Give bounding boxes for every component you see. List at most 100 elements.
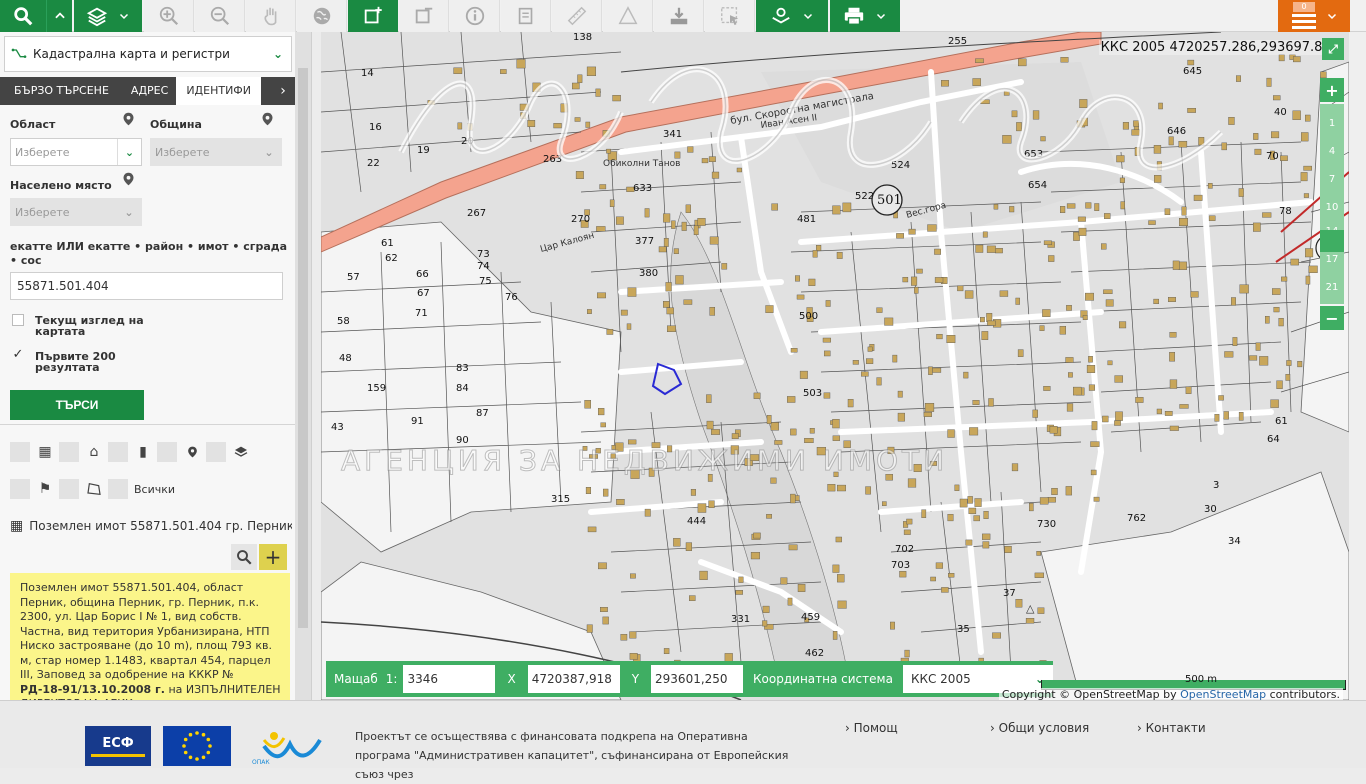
map-canvas[interactable]: 1382556456461416222019263341524501653654…	[321, 32, 1349, 700]
building-footprint	[1088, 356, 1093, 363]
building-footprint	[560, 103, 569, 113]
current-view-checkbox[interactable]	[12, 314, 24, 326]
zoom-out-button[interactable]	[195, 0, 245, 32]
layer-dropdown[interactable]: Кадастрална карта и регистри ⌄	[4, 36, 292, 72]
search-tool-button[interactable]	[0, 0, 46, 32]
chevron-down-icon: ⌄	[264, 145, 274, 159]
contacts-link[interactable]: › Контакти	[1137, 721, 1206, 735]
filter-all-checkbox[interactable]	[108, 479, 128, 499]
collapse-search-button[interactable]	[46, 0, 72, 32]
building-footprint	[1036, 551, 1041, 556]
building-footprint	[599, 184, 607, 190]
zoom-out-map-button[interactable]: −	[1320, 306, 1344, 330]
building-footprint	[959, 498, 968, 508]
building-footprint	[612, 95, 621, 102]
help-link[interactable]: › Помощ	[845, 721, 898, 735]
building-footprint	[941, 80, 949, 87]
edit-object-button[interactable]	[399, 0, 449, 32]
filter-checkbox[interactable]	[10, 442, 30, 462]
building-footprint	[1238, 412, 1244, 421]
building-footprint	[1153, 298, 1159, 305]
filter-checkbox[interactable]	[10, 479, 30, 499]
zoom-in-map-button[interactable]: +	[1320, 78, 1344, 102]
scale-input[interactable]: 3346	[403, 665, 496, 693]
x-label: X	[507, 672, 516, 686]
building-footprint	[575, 171, 584, 180]
building-footprint	[736, 167, 743, 173]
parcel-number-label: 263	[543, 154, 562, 165]
info-button[interactable]	[450, 0, 500, 32]
chevron-down-icon: ⌄	[124, 205, 134, 219]
building-footprint	[1011, 463, 1019, 472]
measure-area-button[interactable]	[603, 0, 653, 32]
zoom-in-button[interactable]	[144, 0, 194, 32]
building-footprint	[1066, 403, 1074, 412]
map-pin-icon[interactable]	[260, 110, 275, 132]
pan-button[interactable]	[246, 0, 296, 32]
building-footprint	[1320, 71, 1327, 79]
building-footprint	[1114, 375, 1123, 383]
building-footprint	[974, 498, 982, 507]
building-footprint	[602, 616, 609, 625]
tabs-scroll-right-icon[interactable]: ›	[271, 83, 295, 99]
search-icon	[237, 550, 252, 565]
select-button[interactable]	[705, 0, 755, 32]
layers-icon	[86, 7, 108, 27]
filter-checkbox[interactable]	[206, 442, 226, 462]
zoom-to-result-button[interactable]	[231, 544, 257, 570]
obshtina-select[interactable]: Изберете ⌄	[150, 138, 282, 166]
tab-quick-search[interactable]: БЪРЗО ТЪРСЕНЕ	[0, 77, 117, 105]
naseleno-select[interactable]: Изберете ⌄	[10, 198, 142, 226]
terms-link-label: Общи условия	[998, 721, 1090, 735]
main-menu-button[interactable]: 0	[1278, 0, 1350, 32]
building-footprint	[467, 123, 473, 131]
page-scrollbar[interactable]	[1349, 32, 1366, 700]
left-panel-scrollbar[interactable]	[295, 32, 311, 700]
scrollbar-thumb[interactable]	[298, 68, 308, 628]
result-item[interactable]: ▦ Поземлен имот 55871.501.404 гр. Перник	[10, 514, 292, 538]
filter-checkbox[interactable]	[59, 442, 79, 462]
oblast-select[interactable]: Изберете ⌄	[10, 138, 142, 166]
eu-star-icon	[182, 744, 186, 748]
base-layers-button[interactable]	[756, 0, 828, 32]
globe-button[interactable]	[297, 0, 347, 32]
attribution-link[interactable]: OpenStreetMap	[1180, 688, 1266, 700]
filter-checkbox[interactable]	[108, 442, 128, 462]
building-footprint	[982, 541, 990, 549]
layers-button[interactable]	[74, 0, 142, 32]
eu-star-icon	[201, 732, 206, 737]
ekatte-input[interactable]	[10, 272, 283, 300]
filter-checkbox[interactable]	[59, 479, 79, 499]
filter-checkbox[interactable]	[157, 442, 177, 462]
building-footprint	[1085, 202, 1092, 209]
crs-label: Координатна система	[753, 672, 893, 686]
building-footprint	[1168, 297, 1176, 302]
fullscreen-button[interactable]: ⤢	[1322, 38, 1344, 60]
tab-address[interactable]: АДРЕС	[117, 77, 176, 105]
add-result-button[interactable]: +	[259, 544, 287, 570]
building-footprint	[585, 487, 592, 495]
map-pin-icon[interactable]	[121, 170, 136, 192]
building-footprint	[827, 484, 836, 492]
chevron-right-icon: ›	[845, 721, 854, 735]
zoom-slider[interactable]: 1 4 7 10 14 17 21	[1320, 104, 1344, 304]
map-pin-icon[interactable]	[121, 110, 136, 132]
zoom-slider-handle[interactable]	[1320, 230, 1344, 252]
building-footprint	[1278, 318, 1284, 327]
building-footprint	[968, 507, 977, 514]
search-button[interactable]: ТЪРСИ	[10, 390, 144, 420]
measure-distance-button[interactable]	[552, 0, 602, 32]
x-coordinate-input[interactable]: 4720387,918	[527, 665, 620, 693]
print-button[interactable]	[830, 0, 900, 32]
building-footprint	[766, 514, 772, 519]
download-button[interactable]	[654, 0, 704, 32]
y-coordinate-input[interactable]: 293601,250	[651, 665, 744, 693]
terms-link[interactable]: › Общи условия	[990, 721, 1089, 735]
building-footprint	[866, 358, 874, 364]
order-number[interactable]: РД-18-91/13.10.2008 г.	[20, 683, 165, 696]
tab-identifier[interactable]: ИДЕНТИФИ	[176, 77, 262, 105]
add-object-button[interactable]	[348, 0, 398, 32]
report-button[interactable]	[501, 0, 551, 32]
first-200-checkbox[interactable]: ✓	[12, 348, 24, 362]
building-footprint	[896, 233, 905, 239]
